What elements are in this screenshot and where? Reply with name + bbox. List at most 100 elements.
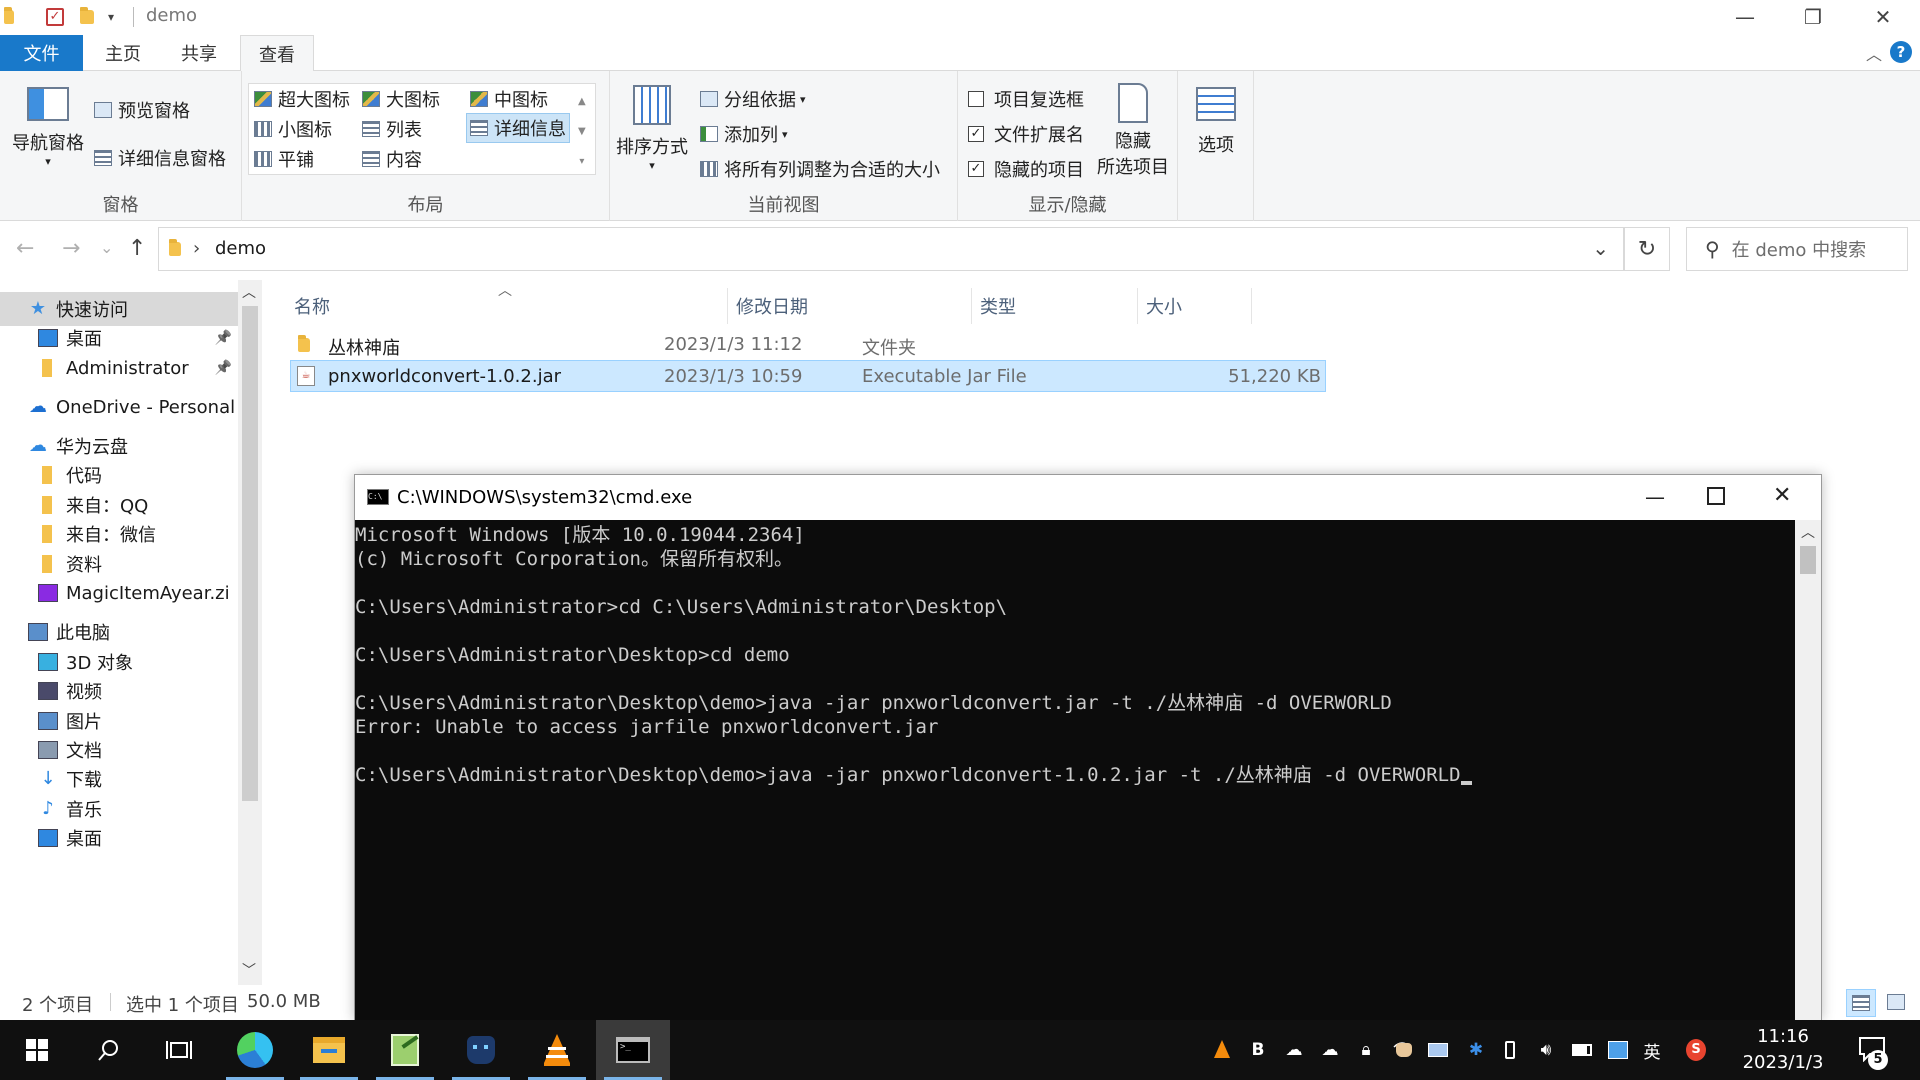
group-by-button[interactable]: 分组依据 ▾ <box>700 86 806 112</box>
tab-file[interactable]: 文件 <box>0 35 83 71</box>
cmd-maximize-button[interactable] <box>1707 487 1725 505</box>
notepad-taskbar-button[interactable] <box>368 1020 442 1080</box>
sidebar-scroll-up[interactable]: ︿ <box>242 282 256 302</box>
search-button[interactable] <box>72 1020 146 1080</box>
layout-list[interactable]: 列表 <box>362 116 422 142</box>
layout-extra-large-icons[interactable]: 超大图标 <box>254 86 350 112</box>
sort-by-button[interactable]: 排序方式 ▾ <box>616 85 688 172</box>
cmd-close-button[interactable]: ✕ <box>1773 483 1791 508</box>
new-folder-icon[interactable] <box>80 6 94 28</box>
details-pane-button[interactable]: 详细信息窗格 <box>94 145 226 171</box>
hidden-items-toggle[interactable]: ✓ 隐藏的项目 <box>968 156 1084 182</box>
tab-view[interactable]: 查看 <box>240 35 314 72</box>
tab-share[interactable]: 共享 <box>164 35 234 71</box>
help-icon[interactable]: ? <box>1890 41 1912 63</box>
sidebar-item[interactable]: 此电脑 <box>0 615 238 649</box>
file-explorer-taskbar-button[interactable] <box>292 1020 366 1080</box>
column-header-modified[interactable]: 修改日期 <box>728 288 972 324</box>
search-input[interactable]: ⚲ 在 demo 中搜索 <box>1686 227 1908 271</box>
pin-icon[interactable]: 📌 <box>215 330 232 346</box>
collapse-ribbon-icon[interactable]: ︿ <box>1866 41 1882 65</box>
cmd-minimize-button[interactable]: — <box>1645 485 1665 509</box>
tab-home[interactable]: 主页 <box>88 35 158 71</box>
close-button[interactable]: ✕ <box>1848 0 1918 34</box>
sidebar-item[interactable]: 来自：微信 <box>0 517 238 551</box>
qat-dropdown-icon[interactable]: ▾ <box>108 6 114 28</box>
cmd-console[interactable]: Microsoft Windows [版本 10.0.19044.2364] (c… <box>355 520 1795 1020</box>
add-columns-button[interactable]: 添加列 ▾ <box>700 121 788 147</box>
task-view-button[interactable] <box>142 1020 216 1080</box>
clock[interactable]: 11:16 2023/1/3 <box>1728 1024 1838 1076</box>
column-header-name[interactable]: 名称 <box>286 288 728 324</box>
layout-medium-icons[interactable]: 中图标 <box>470 86 548 112</box>
sidebar-scroll-down[interactable]: ﹀ <box>242 960 256 980</box>
ime-indicator[interactable]: 英 <box>1642 1040 1662 1063</box>
column-header-size[interactable]: 大小 <box>1138 288 1252 324</box>
column-header-type[interactable]: 类型 <box>972 288 1138 324</box>
refresh-button[interactable]: ↻ <box>1624 227 1670 271</box>
sidebar-item[interactable]: MagicItemAyear.zi <box>0 576 238 610</box>
sidebar-scroll-thumb[interactable] <box>242 306 258 801</box>
nav-pane-button[interactable]: 导航窗格 ▾ <box>6 87 90 168</box>
cmd-taskbar-button[interactable]: >_ <box>596 1020 670 1080</box>
details-view-toggle[interactable] <box>1846 989 1876 1017</box>
file-extensions-checkbox[interactable]: ✓ <box>968 126 984 142</box>
network-tray-icon[interactable] <box>1608 1040 1628 1060</box>
large-icons-view-toggle[interactable] <box>1882 989 1912 1017</box>
options-button[interactable]: 选项 <box>1184 87 1248 157</box>
breadcrumb-demo[interactable]: demo <box>215 238 266 259</box>
back-button[interactable]: ← <box>16 236 34 261</box>
battery-tray-icon[interactable] <box>1572 1040 1592 1060</box>
sidebar-item[interactable]: Administrator 📌 <box>0 351 238 385</box>
sidebar-item[interactable]: 代码 <box>0 458 238 492</box>
minimize-button[interactable]: — <box>1710 0 1780 34</box>
layout-content[interactable]: 内容 <box>362 146 422 172</box>
cloud-tray-icon[interactable]: ☁ <box>1284 1040 1304 1060</box>
edge-taskbar-button[interactable] <box>218 1020 292 1080</box>
cmd-title-bar[interactable]: C:\ C:\WINDOWS\system32\cmd.exe — ✕ <box>355 475 1821 519</box>
preview-pane-button[interactable]: 预览窗格 <box>94 97 190 123</box>
item-checkboxes-toggle[interactable]: 项目复选框 <box>968 86 1084 112</box>
cat-tray-icon[interactable] <box>1394 1040 1414 1060</box>
display-tray-icon[interactable] <box>1428 1040 1448 1060</box>
cmd-scrollbar[interactable]: ︿ <box>1795 520 1821 1020</box>
file-extensions-toggle[interactable]: ✓ 文件扩展名 <box>968 121 1084 147</box>
bitwarden-tray-icon[interactable]: B <box>1248 1040 1268 1060</box>
size-all-columns-button[interactable]: 将所有列调整为合适的大小 <box>700 156 940 182</box>
cmd-scroll-thumb[interactable] <box>1800 546 1816 574</box>
game-taskbar-button[interactable] <box>444 1020 518 1080</box>
sidebar-item[interactable]: 桌面 📌 <box>0 321 238 355</box>
layout-large-icons[interactable]: 大图标 <box>362 86 440 112</box>
properties-check-icon[interactable]: ✓ <box>46 6 64 28</box>
vlc-tray-icon[interactable] <box>1212 1040 1232 1060</box>
vlc-taskbar-button[interactable] <box>520 1020 594 1080</box>
sidebar-scrollbar[interactable]: ︿ ﹀ <box>238 280 262 985</box>
item-checkboxes-checkbox[interactable] <box>968 91 984 107</box>
sogou-ime-icon[interactable]: S <box>1686 1039 1706 1061</box>
layout-tiles[interactable]: 平铺 <box>254 146 314 172</box>
hidden-items-checkbox[interactable]: ✓ <box>968 161 984 177</box>
sidebar-item[interactable]: ↓ 下载 <box>0 762 238 796</box>
address-bar[interactable]: › demo ⌄ <box>158 227 1624 271</box>
start-button[interactable] <box>0 1020 74 1080</box>
pin-icon[interactable]: 📌 <box>215 360 232 376</box>
bluetooth-tray-icon[interactable]: ✱ <box>1466 1040 1486 1060</box>
up-button[interactable]: ↑ <box>128 236 146 261</box>
lock-tray-icon[interactable]: 🔒︎ <box>1356 1040 1376 1060</box>
file-row-folder[interactable]: 丛林神庙 2023/1/3 11:12 文件夹 <box>290 329 1326 361</box>
layout-details[interactable]: 详细信息 <box>466 113 570 143</box>
sidebar-item[interactable]: 桌面 <box>0 821 238 855</box>
cmd-scroll-up[interactable]: ︿ <box>1801 522 1815 542</box>
volume-tray-icon[interactable]: 🔊︎ <box>1536 1040 1556 1060</box>
sidebar-item[interactable]: 视频 <box>0 674 238 708</box>
sidebar-item[interactable]: ☁ OneDrive - Personal <box>0 390 238 424</box>
cloud-sync-tray-icon[interactable]: ☁ <box>1320 1040 1340 1060</box>
forward-button[interactable]: → <box>62 236 80 261</box>
layout-small-icons[interactable]: 小图标 <box>254 116 332 142</box>
layout-gallery-scroll[interactable]: ▲ ▼ ▾ <box>578 87 586 177</box>
usb-tray-icon[interactable] <box>1500 1040 1520 1060</box>
hide-selected-button[interactable]: 隐藏 所选项目 <box>1092 83 1174 179</box>
recent-locations-button[interactable]: ⌄ <box>100 238 113 257</box>
address-dropdown-icon[interactable]: ⌄ <box>1592 236 1609 260</box>
breadcrumb-separator[interactable]: › <box>193 238 200 259</box>
